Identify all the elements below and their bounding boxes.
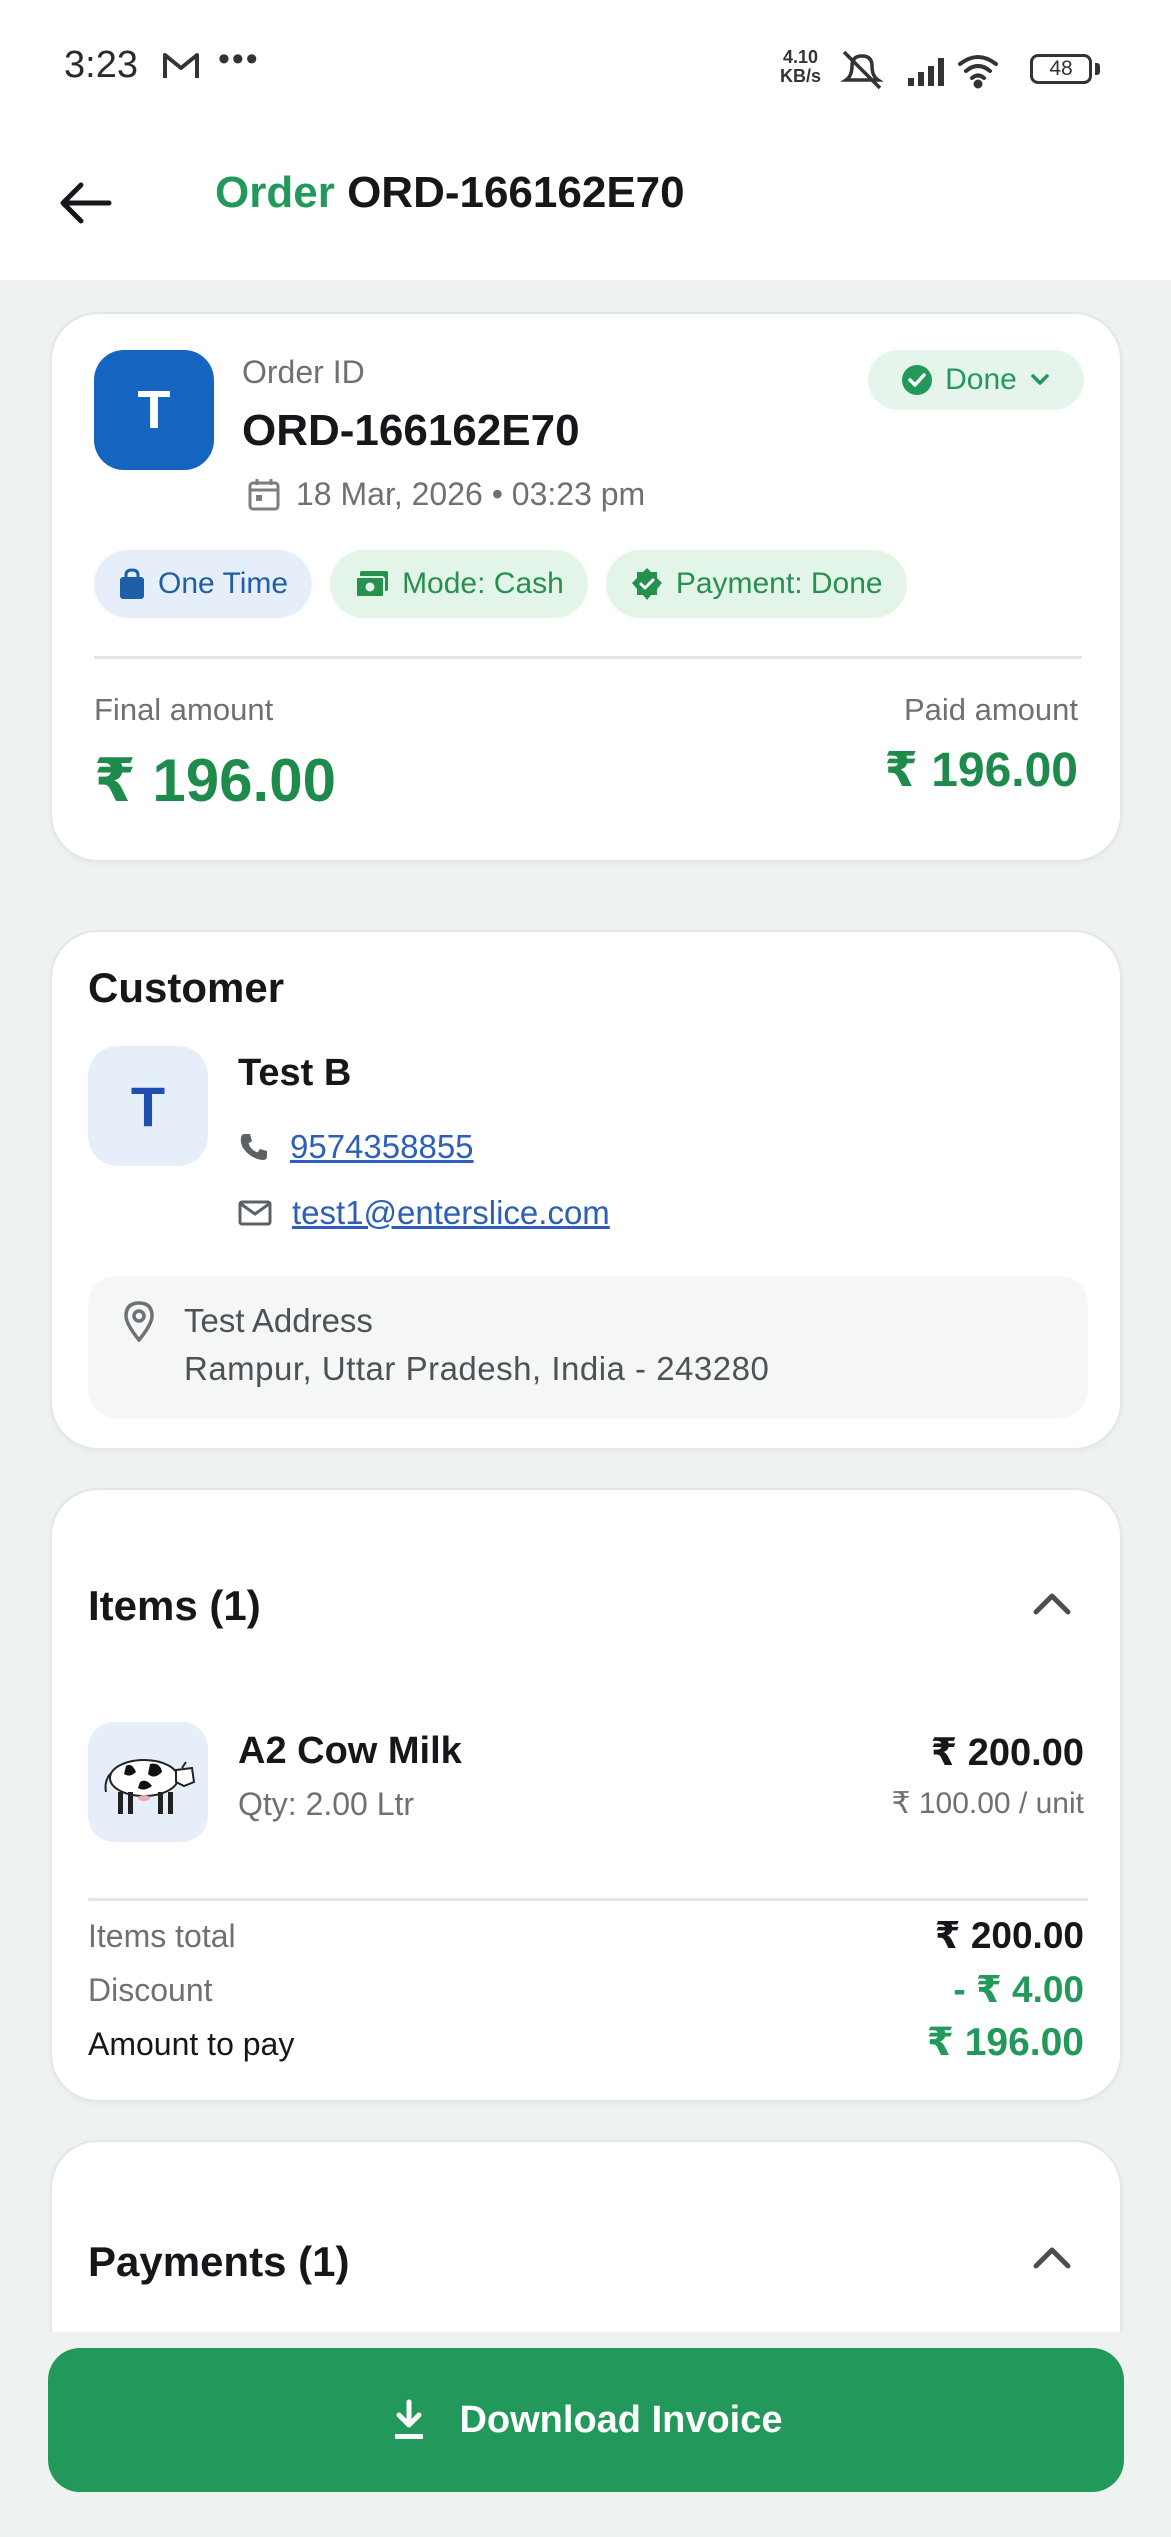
paid-amount-label: Paid amount xyxy=(903,692,1078,727)
customer-email-row: test1@enterslice.com xyxy=(238,1194,610,1232)
items-total-label: Items total xyxy=(88,1918,236,1954)
download-invoice-button[interactable]: Download Invoice xyxy=(48,2348,1124,2492)
order-date: 18 Mar, 2026 • 03:23 pm xyxy=(246,476,645,513)
final-amount-value: ₹ 196.00 xyxy=(94,747,336,814)
mute-bell-icon xyxy=(840,50,884,90)
status-icons xyxy=(838,48,1018,97)
paid-amount-value: ₹ 196.00 xyxy=(884,744,1078,797)
amount-to-pay-value: ₹ 196.00 xyxy=(926,2021,1084,2064)
address-line-2: Rampur, Uttar Pradesh, India - 243280 xyxy=(184,1350,770,1387)
item-unit-price: ₹ 100.00 / unit xyxy=(891,1787,1084,1820)
payment-status-label: Payment: Done xyxy=(675,567,883,600)
chevron-up-icon xyxy=(1033,2247,1071,2269)
address-line-1: Test Address xyxy=(184,1302,373,1339)
wifi-icon xyxy=(958,55,998,89)
battery-icon: 48 xyxy=(1030,54,1092,84)
status-dropdown[interactable]: Done xyxy=(868,350,1084,410)
customer-avatar: T xyxy=(88,1046,208,1166)
more-notifications-icon: ••• xyxy=(218,40,260,78)
verified-icon xyxy=(631,568,662,600)
network-speed: 4.10 KB/s xyxy=(780,48,821,86)
page-title: Order ORD-166162E70 xyxy=(215,168,685,218)
cow-icon xyxy=(104,1759,196,1814)
customer-section-title: Customer xyxy=(88,964,285,1011)
order-type-label: One Time xyxy=(158,567,289,600)
amount-to-pay-label: Amount to pay xyxy=(88,2026,295,2062)
status-time: 3:23 xyxy=(64,44,138,86)
payment-mode-chip: Mode: Cash xyxy=(330,550,588,618)
customer-phone-link[interactable]: 9574358855 xyxy=(290,1128,474,1166)
final-amount-label: Final amount xyxy=(94,692,274,727)
item-thumbnail xyxy=(88,1722,208,1842)
order-summary-card: T Order ID ORD-166162E70 18 Mar, 2026 • … xyxy=(50,312,1122,862)
back-button[interactable] xyxy=(50,168,120,238)
item-price: ₹ 200.00 xyxy=(930,1732,1084,1774)
network-speed-unit: KB/s xyxy=(780,66,822,86)
battery-tip xyxy=(1095,63,1100,75)
items-section-title: Items (1) xyxy=(88,1582,261,1629)
discount-value: - ₹ 4.00 xyxy=(953,1969,1084,2010)
payments-section-title: Payments (1) xyxy=(88,2238,350,2285)
shopping-bag-icon xyxy=(120,568,144,599)
chevron-down-icon xyxy=(1031,374,1049,385)
order-id-label: Order ID xyxy=(242,354,365,390)
chevron-up-icon xyxy=(1033,1593,1071,1615)
arrow-left-icon xyxy=(60,182,112,224)
download-icon xyxy=(395,2399,424,2439)
cash-icon xyxy=(355,571,389,598)
payment-mode-label: Mode: Cash xyxy=(402,567,564,600)
status-bar: 3:23 ••• 4.10 KB/s 48 xyxy=(0,0,1171,140)
discount-label: Discount xyxy=(88,1972,213,2008)
phone-icon xyxy=(240,1134,267,1160)
order-type-chip: One Time xyxy=(94,550,313,618)
download-invoice-label: Download Invoice xyxy=(459,2398,783,2441)
status-label: Done xyxy=(945,363,1017,396)
app-bar: Order ORD-166162E70 xyxy=(0,140,1171,280)
customer-phone-row: 9574358855 xyxy=(238,1128,474,1166)
customer-email-link[interactable]: test1@enterslice.com xyxy=(292,1194,610,1232)
item-quantity: Qty: 2.00 Ltr xyxy=(238,1786,415,1822)
customer-name: Test B xyxy=(238,1052,352,1094)
signal-icon xyxy=(908,58,944,86)
mail-icon xyxy=(238,1200,272,1226)
check-circle-icon xyxy=(902,365,933,395)
items-total-value: ₹ 200.00 xyxy=(934,1915,1084,1956)
customer-address: Test Address Rampur, Uttar Pradesh, Indi… xyxy=(88,1276,1088,1418)
item-name: A2 Cow Milk xyxy=(238,1730,462,1772)
location-pin-icon xyxy=(122,1300,156,1347)
divider xyxy=(88,1898,1088,1901)
customer-card: Customer T Test B 9574358855 test1@enter… xyxy=(50,930,1122,1450)
divider xyxy=(94,656,1082,659)
page-title-prefix: Order xyxy=(215,168,335,217)
items-collapse-button[interactable] xyxy=(1030,1588,1074,1623)
calendar-icon xyxy=(248,478,280,510)
gmail-icon xyxy=(162,50,200,85)
order-date-text: 18 Mar, 2026 • 03:23 pm xyxy=(296,476,646,512)
network-speed-value: 4.10 xyxy=(782,47,819,67)
payments-collapse-button[interactable] xyxy=(1030,2242,1074,2277)
order-chips: One Time Mode: Cash Payment: Done xyxy=(94,550,907,618)
order-id-value: ORD-166162E70 xyxy=(242,406,580,455)
items-card: Items (1) A2 Cow Milk Qty: 2.00 Ltr ₹ 20… xyxy=(50,1488,1122,2102)
order-avatar: T xyxy=(94,350,214,470)
page-title-id: ORD-166162E70 xyxy=(347,168,685,217)
payment-status-chip: Payment: Done xyxy=(605,550,907,618)
